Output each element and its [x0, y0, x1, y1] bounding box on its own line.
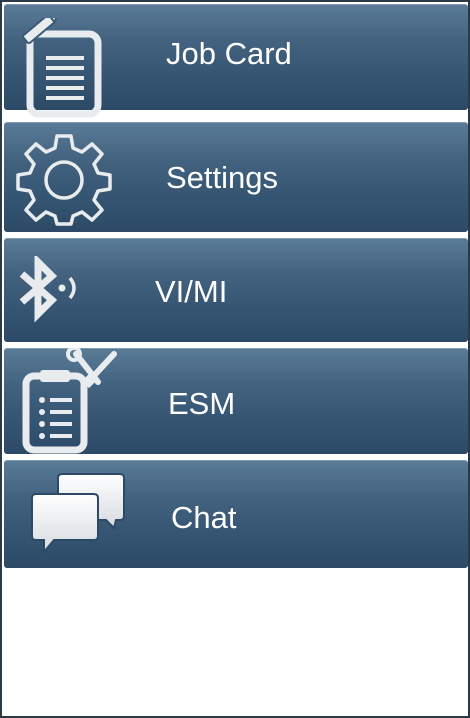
menu-item-label: Settings — [166, 160, 279, 195]
chat-bubbles-icon — [31, 473, 125, 555]
menu-item-vi-mi[interactable]: VI/MI — [4, 238, 468, 342]
gear-icon — [16, 134, 112, 226]
menu-item-label: ESM — [168, 386, 236, 421]
menu-item-job-card[interactable]: Job Card — [4, 4, 468, 118]
bluetooth-icon — [19, 256, 76, 323]
menu-item-label: Job Card — [166, 36, 292, 71]
menu-item-chat[interactable]: Chat — [4, 460, 468, 568]
menu-item-settings[interactable]: Settings — [4, 122, 468, 232]
menu-item-esm[interactable]: ESM — [4, 348, 468, 454]
menu-item-label: VI/MI — [155, 274, 228, 309]
clipboard-tools-icon — [22, 348, 117, 454]
job-card-icon — [22, 18, 102, 118]
menu-item-label: Chat — [171, 500, 237, 535]
